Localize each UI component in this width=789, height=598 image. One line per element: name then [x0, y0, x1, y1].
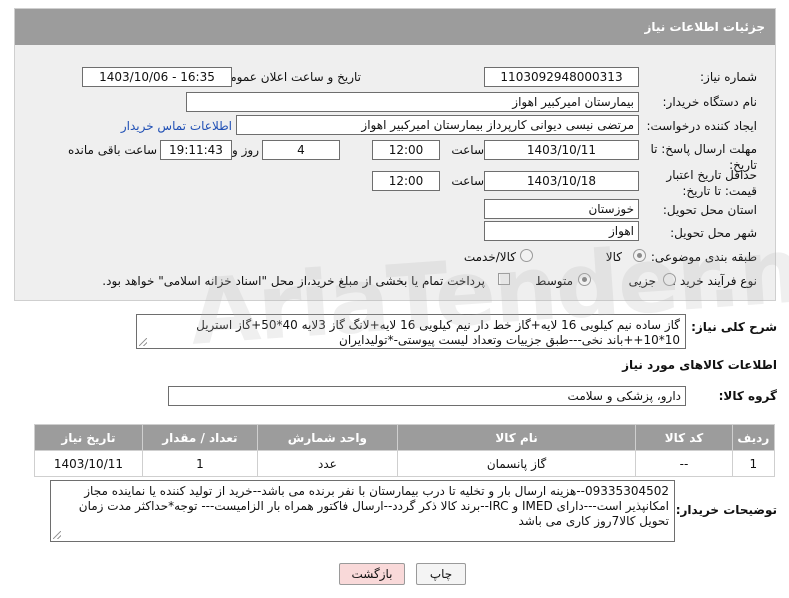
- remaining-time-label: ساعت باقی مانده: [67, 143, 157, 157]
- price-validity-label: حداقل تاریخ اعتبار قیمت: تا تاریخ:: [666, 168, 757, 198]
- col-need-date: تاریخ نیاز: [34, 424, 143, 451]
- treasury-payment-checkbox[interactable]: [498, 273, 510, 285]
- reply-date-field[interactable]: 1403/10/11: [484, 140, 639, 160]
- cell-need-date: 1403/10/11: [34, 450, 143, 477]
- cell-quantity: 1: [141, 450, 258, 477]
- cell-item-code: --: [635, 450, 733, 477]
- reply-time-label: ساعت: [451, 143, 484, 157]
- need-number-label: شماره نیاز:: [700, 70, 757, 84]
- need-number-field[interactable]: 1103092948000313: [484, 67, 639, 87]
- description-text: گاز ساده نیم کیلویی 16 لایه+گاز خط دار ن…: [196, 318, 680, 347]
- treasury-payment-note: پرداخت تمام یا بخشی از مبلغ خرید،از محل …: [102, 274, 485, 288]
- announce-field[interactable]: 1403/10/06 - 16:35: [82, 67, 232, 87]
- description-label: شرح کلی نیاز:: [691, 320, 777, 334]
- validity-time-field[interactable]: 12:00: [372, 171, 440, 191]
- goods-group-field[interactable]: دارو، پزشکی و سلامت: [168, 386, 686, 406]
- resize-grip-icon[interactable]: [139, 338, 147, 346]
- col-row-number: ردیف: [731, 424, 776, 451]
- goods-table-header-row: ردیف کد کالا نام کالا واحد شمارش تعداد /…: [34, 424, 776, 451]
- description-textarea[interactable]: گاز ساده نیم کیلویی 16 لایه+گاز خط دار ن…: [136, 314, 686, 349]
- contact-info-link[interactable]: اطلاعات تماس خریدار: [121, 119, 232, 133]
- reply-time-field[interactable]: 12:00: [372, 140, 440, 160]
- col-unit: واحد شمارش: [256, 424, 398, 451]
- process-type-label: نوع فرآیند خرید :: [672, 274, 757, 288]
- province-label: استان محل تحویل:: [662, 203, 757, 217]
- category-option-goods-service: کالا/خدمت: [463, 250, 516, 264]
- cell-row-number: 1: [731, 450, 776, 477]
- goods-info-title: اطلاعات کالاهای مورد نیاز: [622, 358, 777, 372]
- table-row[interactable]: 1 -- گاز پانسمان عدد 1 1403/10/11: [34, 450, 776, 477]
- validity-time-label: ساعت: [451, 174, 484, 188]
- resize-grip-icon[interactable]: [53, 531, 61, 539]
- category-radio-goods-service[interactable]: [520, 249, 533, 262]
- col-item-code: کد کالا: [635, 424, 733, 451]
- category-radio-goods[interactable]: [633, 249, 646, 262]
- col-item-name: نام کالا: [396, 424, 637, 451]
- buyer-notes-label: توضیحات خریدار:: [675, 503, 777, 517]
- process-radio-minor[interactable]: [663, 273, 676, 286]
- province-field[interactable]: خوزستان: [484, 199, 639, 219]
- days-label: روز و: [232, 143, 259, 157]
- days-remaining-field[interactable]: 4: [262, 140, 340, 160]
- category-label: طبقه بندی موضوعی:: [650, 250, 757, 264]
- city-field[interactable]: اهواز: [484, 221, 639, 241]
- buyer-notes-text: 09335304502--هزینه ارسال بار و تخلیه تا …: [78, 484, 669, 528]
- buyer-notes-textarea[interactable]: 09335304502--هزینه ارسال بار و تخلیه تا …: [50, 480, 675, 542]
- cell-item-name: گاز پانسمان: [396, 450, 637, 477]
- col-quantity: تعداد / مقدار: [141, 424, 258, 451]
- process-option-minor: جزیی: [628, 274, 656, 288]
- creator-field[interactable]: مرتضی نیسی دیوانی کارپرداز بیمارستان امی…: [236, 115, 639, 135]
- validity-date-field[interactable]: 1403/10/18: [484, 171, 639, 191]
- cell-unit: عدد: [256, 450, 398, 477]
- announce-label: تاریخ و ساعت اعلان عمومی:: [216, 70, 361, 84]
- back-button[interactable]: بازگشت: [339, 563, 405, 585]
- panel-header: جزئیات اطلاعات نیاز: [15, 9, 775, 45]
- goods-group-label: گروه کالا:: [718, 389, 777, 403]
- print-button[interactable]: چاپ: [416, 563, 466, 585]
- city-label: شهر محل تحویل:: [670, 226, 757, 240]
- remaining-time-field[interactable]: 19:11:43: [160, 140, 232, 160]
- creator-label: ایجاد کننده درخواست:: [646, 119, 757, 133]
- category-option-goods: کالا: [605, 250, 622, 264]
- process-radio-medium[interactable]: [578, 273, 591, 286]
- goods-table: ردیف کد کالا نام کالا واحد شمارش تعداد /…: [34, 424, 776, 477]
- process-option-medium: متوسط: [535, 274, 573, 288]
- buyer-label: نام دستگاه خریدار:: [662, 95, 758, 109]
- buyer-field[interactable]: بیمارستان امیرکبیر اهواز: [186, 92, 639, 112]
- need-details-page: جزئیات اطلاعات نیاز شماره نیاز: 11030929…: [0, 0, 789, 598]
